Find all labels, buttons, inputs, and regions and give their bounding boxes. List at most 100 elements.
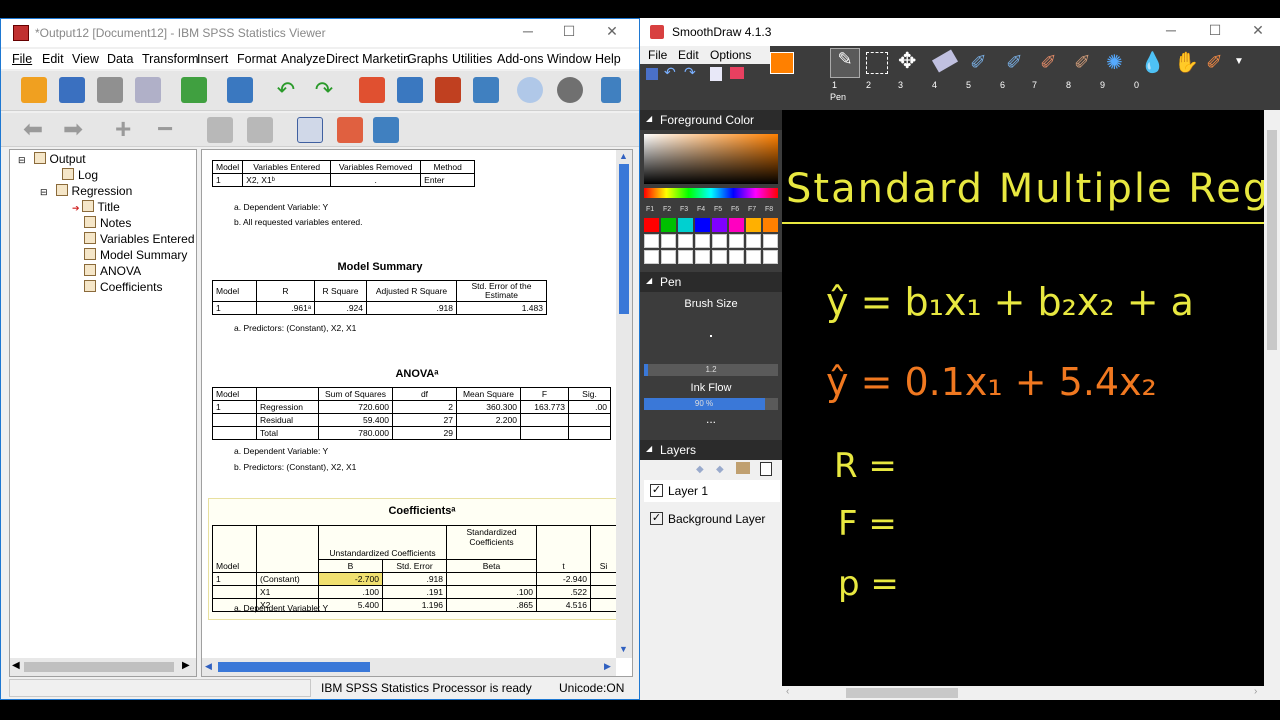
undo-icon[interactable]: ↶ (664, 64, 676, 81)
palette-swatch[interactable] (644, 218, 659, 232)
palette-swatch[interactable] (729, 218, 744, 232)
layer-row[interactable]: ✓ Background Layer (644, 508, 780, 530)
hue-slider[interactable] (644, 188, 778, 198)
delete-layer-icon[interactable] (760, 462, 772, 476)
menu-direct-marketing[interactable]: Direct Marketin (326, 52, 410, 66)
menu-data[interactable]: Data (107, 52, 133, 66)
tool-move-icon[interactable]: ✥ (898, 48, 916, 74)
content-vertical-scrollbar[interactable]: ▲ ▼ (616, 150, 632, 658)
layer-down-icon[interactable]: ◆ (716, 464, 724, 475)
value-labels-icon[interactable] (601, 77, 621, 103)
more-options-ellipsis[interactable]: ... (640, 412, 782, 426)
minimize-button[interactable]: ─ (513, 23, 543, 39)
show-icon[interactable] (207, 117, 233, 143)
tool-brush-2-icon[interactable]: ✐ (1006, 50, 1023, 75)
outline-horizontal-scrollbar[interactable]: ◀ ▶ (10, 658, 196, 676)
color-picker-gradient[interactable] (644, 134, 778, 184)
layer-row[interactable]: ✓ Layer 1 (644, 480, 780, 502)
palette-swatch-empty[interactable] (712, 250, 727, 264)
tree-output[interactable]: ⊟ Output (18, 152, 86, 166)
scroll-right-icon[interactable]: ▶ (604, 661, 611, 672)
dialog-recall-icon[interactable] (227, 77, 253, 103)
layer-visible-checkbox[interactable]: ✓ (650, 484, 663, 497)
palette-swatch[interactable] (712, 218, 727, 232)
menu-help[interactable]: Help (595, 52, 621, 66)
collapse-icon[interactable]: ⊟ (40, 187, 48, 197)
goto-data-icon[interactable] (359, 77, 385, 103)
menu-utilities[interactable]: Utilities (452, 52, 492, 66)
tool-brush-4-icon[interactable]: ✐ (1074, 50, 1091, 75)
menu-addons[interactable]: Add-ons (497, 52, 544, 66)
brush-size-slider[interactable]: 1.2 (644, 364, 778, 376)
menu-insert[interactable]: Insert (197, 52, 228, 66)
tree-log[interactable]: Log (62, 168, 98, 182)
goto-variable-icon[interactable] (435, 77, 461, 103)
pen-header[interactable]: ◢ Pen (640, 272, 782, 292)
menu-transform[interactable]: Transform (142, 52, 199, 66)
menu-file[interactable]: File (12, 52, 32, 66)
page-icon[interactable] (710, 67, 722, 81)
scroll-thumb[interactable] (218, 662, 370, 672)
menu-graphs[interactable]: Graphs (407, 52, 448, 66)
select-cases-icon[interactable] (557, 77, 583, 103)
sd-menu-options[interactable]: Options (710, 48, 751, 62)
palette-swatch-empty[interactable] (746, 250, 761, 264)
ink-flow-slider[interactable]: 90 % (644, 398, 778, 410)
tree-regression[interactable]: ⊟ Regression (40, 184, 132, 198)
tool-blur-icon[interactable]: ✋ (1174, 50, 1199, 75)
goto-case-icon[interactable] (397, 77, 423, 103)
palette-swatch-empty[interactable] (661, 234, 676, 248)
save-icon[interactable] (646, 68, 658, 80)
tree-item-variables-entered[interactable]: Variables Entered (84, 232, 195, 246)
outline-pane[interactable]: ⊟ Output Log ⊟ Regression ➔ Title Notes Var… (9, 149, 197, 677)
scroll-right-icon[interactable]: ▶ (182, 660, 190, 671)
tool-brush-3-icon[interactable]: ✐ (1040, 50, 1057, 75)
scroll-left-icon[interactable]: ‹ (786, 686, 789, 697)
maximize-button[interactable]: ☐ (1200, 22, 1230, 39)
redo-icon[interactable]: ↷ (684, 64, 696, 81)
palette-swatch-empty[interactable] (644, 250, 659, 264)
print-preview-icon[interactable] (135, 77, 161, 103)
open-folder-icon[interactable] (21, 77, 47, 103)
tree-item-anova[interactable]: ANOVA (84, 264, 141, 278)
collapse-icon[interactable]: − (157, 113, 173, 145)
close-button[interactable]: ✕ (1243, 22, 1273, 39)
redo-icon[interactable]: ↷ (311, 77, 337, 103)
scroll-up-icon[interactable]: ▲ (619, 151, 628, 161)
expand-icon[interactable]: + (115, 113, 131, 145)
spss-titlebar[interactable]: *Output12 [Document12] - IBM SPSS Statis… (1, 19, 639, 47)
palette-swatch-empty[interactable] (746, 234, 761, 248)
forward-arrow-icon[interactable]: ➡ (63, 115, 83, 144)
palette-swatch[interactable] (661, 218, 676, 232)
scroll-thumb[interactable] (846, 688, 958, 698)
scroll-thumb[interactable] (24, 662, 174, 672)
collapse-icon[interactable]: ⊟ (18, 155, 26, 165)
clear-icon[interactable] (730, 67, 744, 79)
palette-swatch-empty[interactable] (729, 234, 744, 248)
menu-view[interactable]: View (72, 52, 99, 66)
insert-text-icon[interactable] (373, 117, 399, 143)
export-icon[interactable] (181, 77, 207, 103)
layers-header[interactable]: ◢ Layers (640, 440, 782, 460)
palette-swatch[interactable] (695, 218, 710, 232)
undo-icon[interactable]: ↶ (273, 77, 299, 103)
content-horizontal-scrollbar[interactable]: ◀ ▶ (202, 658, 616, 676)
tree-item-coefficients[interactable]: Coefficients (84, 280, 162, 294)
scroll-right-icon[interactable]: › (1254, 686, 1257, 697)
layer-visible-checkbox[interactable]: ✓ (650, 512, 663, 525)
palette-swatch-empty[interactable] (695, 250, 710, 264)
menu-edit[interactable]: Edit (42, 52, 64, 66)
tool-more-icon[interactable]: ▼ (1234, 56, 1244, 67)
palette-swatch-empty[interactable] (678, 250, 693, 264)
split-file-icon[interactable] (517, 77, 543, 103)
panel-collapse-icon[interactable]: ◢ (646, 114, 652, 123)
drawing-canvas[interactable]: Standard Multiple Regres ŷ = b₁x₁ + b₂x₂… (782, 110, 1280, 686)
foreground-color-swatch[interactable] (770, 52, 794, 74)
insert-title-icon[interactable] (337, 117, 363, 143)
save-icon[interactable] (59, 77, 85, 103)
tool-brush-5-icon[interactable]: ✐ (1206, 50, 1223, 75)
palette-swatch-empty[interactable] (695, 234, 710, 248)
scroll-left-icon[interactable]: ◀ (205, 661, 212, 672)
minimize-button[interactable]: ─ (1156, 22, 1186, 38)
tool-select[interactable] (866, 52, 888, 74)
